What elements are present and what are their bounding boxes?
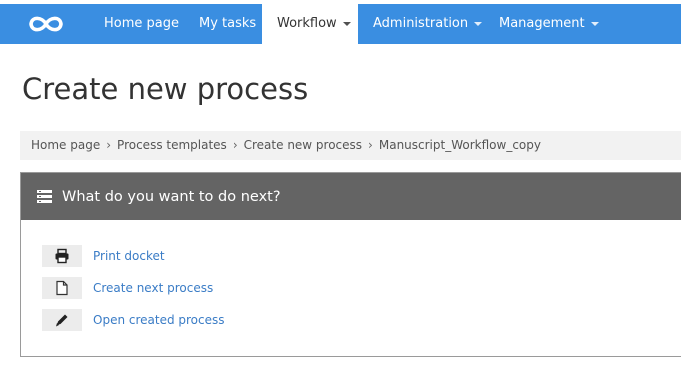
breadcrumb-separator: › [368,138,373,152]
nav-my-tasks[interactable]: My tasks [199,4,256,44]
print-docket-icon-button[interactable] [42,245,82,267]
create-next-process-link[interactable]: Create next process [93,277,213,299]
nav-administration[interactable]: Administration [373,4,483,44]
pencil-icon [56,314,68,327]
nav-home-page-label: Home page [104,16,179,31]
breadcrumb-process-templates[interactable]: Process templates [117,131,227,160]
top-navbar: Home page My tasks Workflow Administrati… [0,4,681,44]
panel-heading: What do you want to do next? [21,173,681,220]
chevron-down-icon [474,21,483,26]
page-title: Create new process [22,72,309,106]
panel-title: What do you want to do next? [62,189,281,205]
breadcrumb-home-page[interactable]: Home page [31,131,100,160]
breadcrumb-separator: › [106,138,112,152]
next-steps-panel: What do you want to do next? Print docke… [20,172,681,357]
create-next-process-icon-button[interactable] [42,277,82,299]
nav-workflow[interactable]: Workflow [262,4,358,44]
infinity-logo-icon[interactable] [26,14,66,34]
open-created-process-link[interactable]: Open created process [93,309,225,331]
chevron-down-icon [590,21,599,26]
nav-management-label: Management [499,16,585,31]
file-icon [56,280,68,296]
nav-administration-label: Administration [373,16,469,31]
breadcrumb: Home page › Process templates › Create new p… [20,131,681,160]
open-created-process-icon-button[interactable] [42,309,82,331]
nav-management[interactable]: Management [499,4,599,44]
list-icon [37,190,52,203]
nav-workflow-label: Workflow [277,16,337,31]
print-docket-link[interactable]: Print docket [93,245,165,267]
chevron-down-icon [342,21,351,26]
breadcrumb-current-item: Manuscript_Workflow_copy [378,138,541,152]
nav-home-page[interactable]: Home page [104,4,179,44]
nav-my-tasks-label: My tasks [199,16,257,31]
breadcrumb-separator: › [232,138,238,152]
printer-icon [55,248,69,264]
breadcrumb-create-new-process[interactable]: Create new process [244,131,362,160]
